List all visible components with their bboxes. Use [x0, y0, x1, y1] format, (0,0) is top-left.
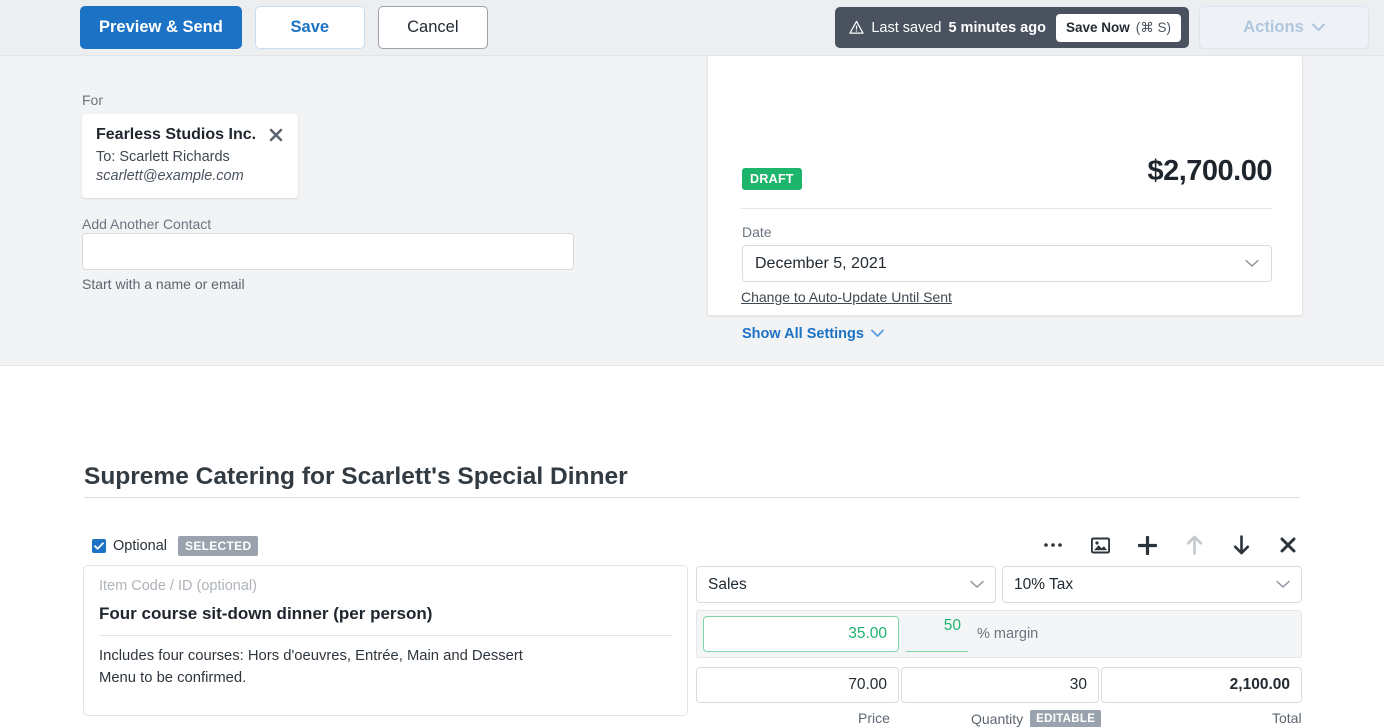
cost-margin-row: 35.00 50 % margin: [696, 610, 1302, 658]
quantity-input[interactable]: 30: [901, 667, 1099, 703]
total-input[interactable]: 2,100.00: [1101, 667, 1302, 703]
invoice-total-amount: $2,700.00: [1147, 155, 1272, 188]
date-select[interactable]: December 5, 2021: [742, 245, 1272, 282]
margin-label: % margin: [977, 626, 1038, 642]
optional-checkbox[interactable]: [92, 539, 106, 553]
quantity-caption-group: Quantity EDITABLE: [971, 710, 1101, 727]
item-name-field[interactable]: Four course sit-down dinner (per person): [99, 604, 672, 624]
total-caption: Total: [1272, 710, 1302, 726]
add-contact-input[interactable]: [82, 233, 574, 270]
for-label: For: [82, 92, 103, 108]
line-item-toolbar: Optional SELECTED: [92, 536, 1300, 560]
category-value: Sales: [708, 576, 747, 594]
date-value: December 5, 2021: [755, 255, 887, 273]
change-to-auto-update-link[interactable]: Change to Auto-Update Until Sent: [741, 289, 952, 305]
quantity-caption: Quantity: [971, 711, 1023, 727]
last-saved-value: 5 minutes ago: [948, 20, 1046, 36]
actions-button[interactable]: Actions: [1199, 6, 1369, 49]
tax-value: 10% Tax: [1014, 576, 1073, 594]
document-title[interactable]: Supreme Catering for Scarlett's Special …: [84, 463, 628, 491]
add-image-icon[interactable]: [1088, 533, 1112, 557]
line-item-description-card[interactable]: Item Code / ID (optional) Four course si…: [83, 565, 688, 716]
save-now-label: Save Now: [1066, 20, 1130, 35]
delete-line-item-icon[interactable]: [1276, 533, 1300, 557]
chevron-down-icon: [1245, 255, 1259, 273]
save-button[interactable]: Save: [255, 6, 365, 49]
margin-input[interactable]: 50: [906, 616, 968, 652]
date-label: Date: [742, 224, 772, 240]
save-now-button[interactable]: Save Now (⌘ S): [1056, 14, 1181, 42]
more-options-icon[interactable]: [1041, 533, 1065, 557]
move-up-icon: [1182, 533, 1206, 557]
line-item-icon-actions: [1041, 533, 1300, 557]
invoice-editor-page: Preview & Send Save Cancel Last saved 5 …: [0, 0, 1384, 727]
tax-select[interactable]: 10% Tax: [1002, 566, 1302, 603]
divider: [99, 635, 672, 636]
cancel-button[interactable]: Cancel: [378, 6, 488, 49]
optional-label: Optional: [113, 538, 167, 554]
chevron-down-icon: [1276, 576, 1290, 594]
show-all-settings-toggle[interactable]: Show All Settings: [742, 326, 884, 342]
invoice-summary-card: DRAFT $2,700.00 Date December 5, 2021 Ch…: [707, 55, 1303, 316]
chevron-down-icon: [1312, 18, 1325, 37]
show-all-settings-label: Show All Settings: [742, 326, 864, 342]
add-line-item-icon[interactable]: [1135, 533, 1159, 557]
toolbar-primary-actions: Preview & Send Save Cancel: [80, 6, 488, 49]
item-code-input[interactable]: Item Code / ID (optional): [99, 578, 672, 594]
actions-label: Actions: [1243, 18, 1304, 37]
editable-badge: EDITABLE: [1030, 710, 1101, 727]
move-down-icon[interactable]: [1229, 533, 1253, 557]
add-contact-hint: Start with a name or email: [82, 276, 245, 292]
remove-contact-icon[interactable]: [268, 127, 284, 143]
item-description-field[interactable]: Includes four courses: Hors d'oeuvres, E…: [99, 645, 672, 689]
category-select[interactable]: Sales: [696, 566, 996, 603]
warning-icon: [849, 20, 864, 35]
selected-badge: SELECTED: [178, 536, 258, 556]
chevron-down-icon: [871, 326, 884, 342]
document-title-underline: [84, 497, 1300, 498]
save-now-shortcut: (⌘ S): [1136, 20, 1171, 36]
item-description-line-1: Includes four courses: Hors d'oeuvres, E…: [99, 645, 672, 667]
price-input[interactable]: 70.00: [696, 667, 899, 703]
add-contact-label: Add Another Contact: [82, 216, 211, 232]
divider: [741, 208, 1272, 209]
top-toolbar: Preview & Send Save Cancel Last saved 5 …: [0, 0, 1384, 56]
last-saved-status: Last saved 5 minutes ago: [849, 20, 1046, 36]
recipient-contact-card[interactable]: Fearless Studios Inc. To: Scarlett Richa…: [82, 114, 298, 198]
header-details-section: For Fearless Studios Inc. To: Scarlett R…: [0, 56, 1384, 366]
preview-and-send-button[interactable]: Preview & Send: [80, 6, 242, 49]
price-caption: Price: [858, 710, 890, 726]
item-description-line-2: Menu to be confirmed.: [99, 667, 672, 689]
status-badge: DRAFT: [742, 168, 802, 190]
last-saved-prefix: Last saved: [871, 20, 941, 36]
recipient-email: scarlett@example.com: [96, 168, 284, 184]
cost-input[interactable]: 35.00: [703, 616, 899, 652]
recipient-company-name: Fearless Studios Inc.: [96, 126, 284, 144]
save-status-group: Last saved 5 minutes ago Save Now (⌘ S): [835, 7, 1189, 48]
recipient-person: To: Scarlett Richards: [96, 149, 284, 165]
chevron-down-icon: [970, 576, 984, 594]
